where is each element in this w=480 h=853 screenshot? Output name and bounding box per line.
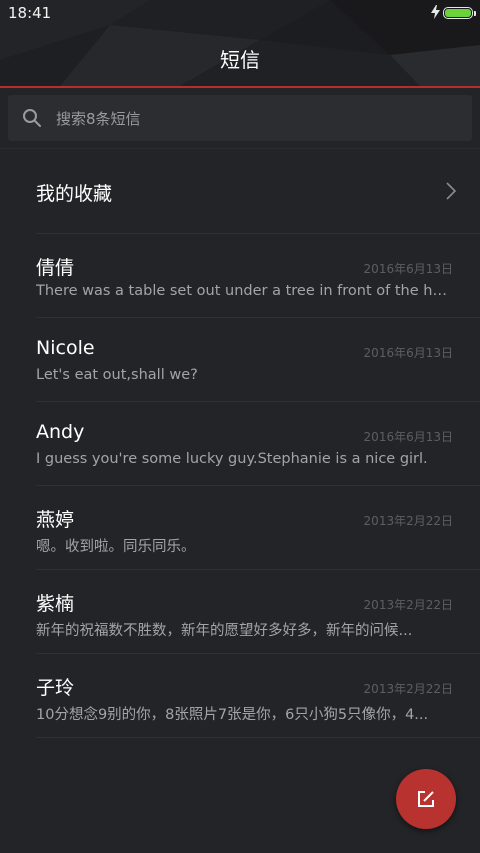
message-preview: There was a table set out under a tree i… [36, 283, 452, 299]
section-divider [0, 148, 480, 149]
header: 18:41 短信 [0, 0, 480, 86]
contact-name: 倩倩 [36, 257, 75, 279]
message-preview: Let's eat out,shall we? [36, 367, 198, 383]
compose-icon [418, 791, 434, 807]
contact-name: Nicole [36, 337, 95, 359]
status-bar: 18:41 [0, 0, 480, 28]
conversation-item[interactable]: 燕婷 2013年2月22日 嗯。收到啦。同乐同乐。 [0, 486, 480, 570]
search-box[interactable] [8, 95, 472, 143]
chevron-right-icon [446, 182, 456, 200]
conversation-list: 倩倩 2016年6月13日 There was a table set out … [0, 234, 480, 738]
message-preview: 新年的祝福数不胜数，新年的愿望好多好多，新年的问候... [36, 623, 413, 639]
message-preview: 嗯。收到啦。同乐同乐。 [36, 539, 196, 555]
conversation-item[interactable]: 子玲 2013年2月22日 10分想念9别的你，8张照片7张是你，6只小狗5只像… [0, 654, 480, 738]
message-preview: I guess you're some lucky guy.Stephanie … [36, 451, 428, 467]
message-date: 2016年6月13日 [363, 262, 453, 276]
page-title: 短信 [220, 48, 260, 72]
search-input[interactable] [54, 95, 458, 143]
header-accent-line [0, 86, 480, 88]
message-date: 2016年6月13日 [363, 430, 453, 444]
message-preview: 10分想念9别的你，8张照片7张是你，6只小狗5只像你，4... [36, 707, 429, 723]
message-date: 2013年2月22日 [363, 682, 453, 696]
favorites-row[interactable]: 我的收藏 [0, 150, 480, 234]
favorites-label: 我的收藏 [36, 183, 113, 205]
charging-icon [431, 5, 440, 19]
conversation-item[interactable]: 紫楠 2013年2月22日 新年的祝福数不胜数，新年的愿望好多好多，新年的问候.… [0, 570, 480, 654]
contact-name: 子玲 [36, 677, 75, 699]
contact-name: 燕婷 [36, 509, 75, 531]
message-date: 2013年2月22日 [363, 514, 453, 528]
compose-button[interactable] [396, 769, 456, 829]
message-date: 2016年6月13日 [363, 346, 453, 360]
messaging-screen: 18:41 短信 我的收藏 倩倩 2016年6月13日 The [0, 0, 480, 853]
contact-name: 紫楠 [36, 593, 75, 615]
message-date: 2013年2月22日 [363, 598, 453, 612]
search-icon [23, 109, 41, 127]
battery-tip [474, 11, 476, 16]
contact-name: Andy [36, 421, 85, 443]
conversation-item[interactable]: Nicole 2016年6月13日 Let's eat out,shall we… [0, 318, 480, 402]
battery-icon [443, 7, 473, 19]
conversation-item[interactable]: 倩倩 2016年6月13日 There was a table set out … [0, 234, 480, 318]
battery-level [445, 9, 471, 17]
row-separator [36, 737, 480, 738]
status-time: 18:41 [8, 4, 52, 22]
conversation-item[interactable]: Andy 2016年6月13日 I guess you're some luck… [0, 402, 480, 486]
